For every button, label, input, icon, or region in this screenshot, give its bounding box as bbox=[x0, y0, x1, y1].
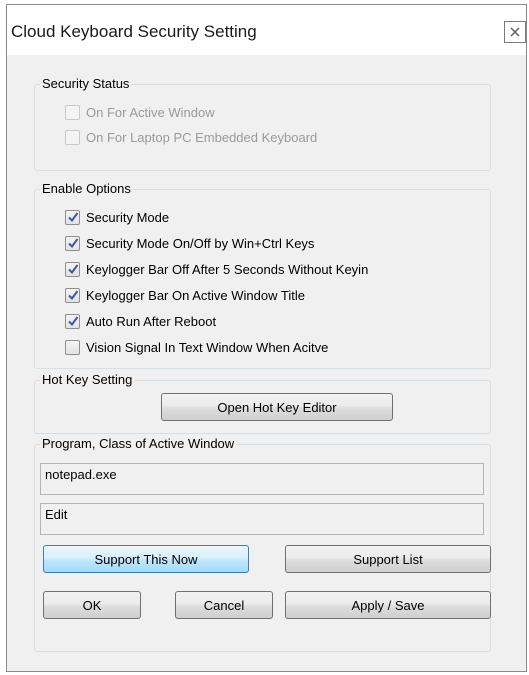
support-this-now-button[interactable]: Support This Now bbox=[43, 545, 249, 573]
checkbox-box[interactable] bbox=[65, 313, 80, 329]
checkmark-icon bbox=[67, 316, 78, 327]
checkbox-on-for-active-window[interactable]: On For Active Window bbox=[65, 102, 215, 122]
security-status-label: Security Status bbox=[40, 76, 132, 91]
checkmark-icon bbox=[67, 264, 78, 275]
program-class-group: Program, Class of Active Window notepad.… bbox=[34, 436, 491, 652]
checkmark-icon bbox=[67, 212, 78, 223]
program-class-label: Program, Class of Active Window bbox=[40, 436, 237, 451]
hotkey-label: Hot Key Setting bbox=[40, 372, 135, 387]
window-title: Cloud Keyboard Security Setting bbox=[11, 22, 257, 41]
apply-save-button[interactable]: Apply / Save bbox=[285, 591, 491, 619]
open-hotkey-editor-button[interactable]: Open Hot Key Editor bbox=[161, 393, 393, 421]
checkbox-security-mode[interactable]: Security Mode bbox=[65, 207, 169, 227]
checkbox-box[interactable] bbox=[65, 287, 80, 303]
checkbox-label: Security Mode On/Off by Win+Ctrl Keys bbox=[86, 235, 315, 251]
checkbox-label: Security Mode bbox=[86, 209, 170, 225]
checkbox-keylogger-bar-on-title[interactable]: Keylogger Bar On Active Window Title bbox=[65, 285, 305, 305]
checkbox-box[interactable] bbox=[65, 261, 80, 277]
close-button[interactable] bbox=[504, 21, 526, 43]
title-bar: Cloud Keyboard Security Setting bbox=[7, 5, 526, 55]
checkbox-box[interactable] bbox=[65, 339, 80, 355]
hotkey-group: Hot Key Setting Open Hot Key Editor bbox=[34, 372, 491, 434]
checkbox-security-mode-hotkey[interactable]: Security Mode On/Off by Win+Ctrl Keys bbox=[65, 233, 314, 253]
checkbox-label: Auto Run After Reboot bbox=[86, 313, 217, 329]
program-name-field[interactable]: notepad.exe bbox=[40, 463, 484, 495]
ok-button[interactable]: OK bbox=[43, 591, 141, 619]
checkbox-box[interactable] bbox=[65, 209, 80, 225]
dialog-content: Security Status On For Active Window On … bbox=[7, 55, 526, 671]
checkbox-box[interactable] bbox=[65, 104, 80, 120]
checkbox-label: Vision Signal In Text Window When Acitve bbox=[86, 339, 329, 355]
checkbox-vision-signal[interactable]: Vision Signal In Text Window When Acitve bbox=[65, 337, 328, 357]
checkbox-label: Keylogger Bar Off After 5 Seconds Withou… bbox=[86, 261, 369, 277]
checkbox-keylogger-bar-off[interactable]: Keylogger Bar Off After 5 Seconds Withou… bbox=[65, 259, 368, 279]
enable-options-label: Enable Options bbox=[40, 181, 133, 196]
security-status-group: Security Status On For Active Window On … bbox=[34, 76, 491, 171]
checkbox-box[interactable] bbox=[65, 129, 80, 145]
checkbox-label: On For Laptop PC Embedded Keyboard bbox=[86, 129, 318, 145]
checkbox-box[interactable] bbox=[65, 235, 80, 251]
close-icon bbox=[510, 27, 520, 37]
checkbox-on-for-laptop-keyboard[interactable]: On For Laptop PC Embedded Keyboard bbox=[65, 127, 317, 147]
enable-options-group: Enable Options Security Mode Security Mo… bbox=[34, 181, 491, 369]
cancel-button[interactable]: Cancel bbox=[175, 591, 273, 619]
checkbox-auto-run[interactable]: Auto Run After Reboot bbox=[65, 311, 216, 331]
checkmark-icon bbox=[67, 290, 78, 301]
support-list-button[interactable]: Support List bbox=[285, 545, 491, 573]
checkbox-label: On For Active Window bbox=[86, 104, 215, 120]
window-class-field[interactable]: Edit bbox=[40, 503, 484, 535]
dialog-window: Cloud Keyboard Security Setting Security… bbox=[6, 4, 527, 672]
checkbox-label: Keylogger Bar On Active Window Title bbox=[86, 287, 305, 303]
checkmark-icon bbox=[67, 238, 78, 249]
